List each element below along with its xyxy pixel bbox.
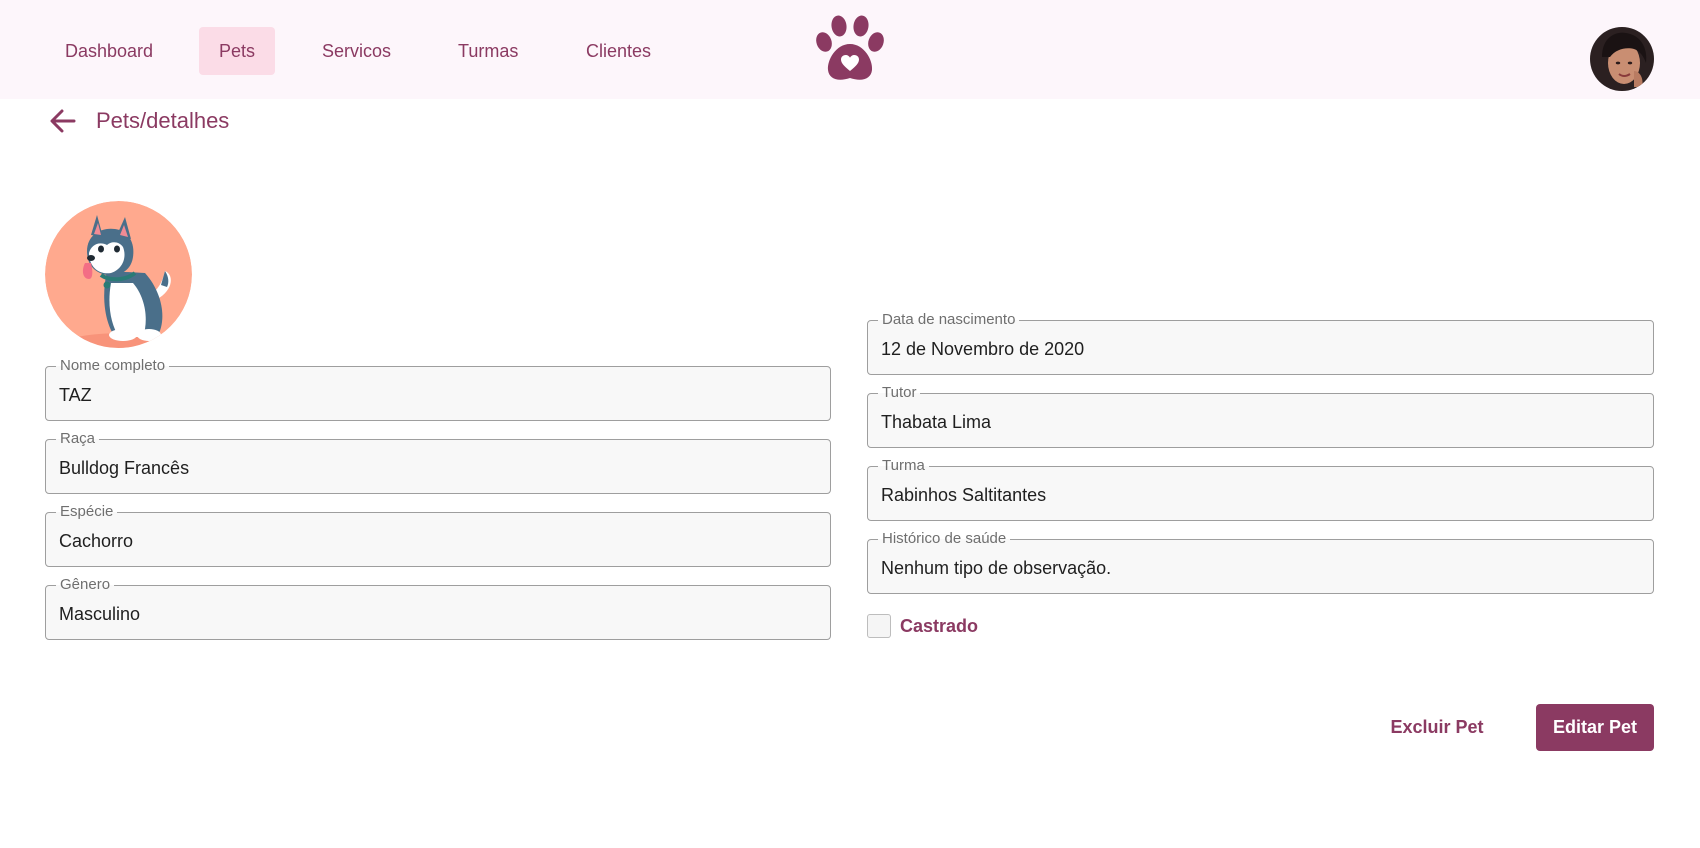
field-value: Masculino — [59, 604, 141, 624]
field-value: Nenhum tipo de observação. — [881, 558, 1112, 578]
field-historico-saude[interactable]: Histórico de saúde Nenhum tipo de observ… — [867, 530, 1654, 594]
nav-clientes[interactable]: Clientes — [566, 27, 671, 75]
field-value: Cachorro — [59, 531, 134, 551]
edit-pet-button[interactable]: Editar Pet — [1536, 704, 1654, 751]
field-value: 12 de Novembro de 2020 — [881, 339, 1085, 359]
breadcrumb: Pets/detalhes — [96, 108, 230, 133]
arrow-left-icon[interactable] — [46, 104, 80, 138]
castrado-checkbox[interactable] — [867, 614, 891, 638]
castrado-label[interactable]: Castrado — [900, 613, 978, 639]
field-genero[interactable]: Gênero Masculino — [45, 576, 831, 640]
field-turma[interactable]: Turma Rabinhos Saltitantes — [867, 457, 1654, 521]
top-nav-bar: Dashboard Pets Servicos Turmas Clientes — [0, 0, 1700, 99]
field-value: Bulldog Francês — [59, 458, 190, 478]
field-label: Gênero — [56, 576, 115, 594]
field-value: TAZ — [59, 385, 92, 405]
field-tutor[interactable]: Tutor Thabata Lima — [867, 384, 1654, 448]
field-value: Thabata Lima — [881, 412, 992, 432]
field-label: Raça — [56, 430, 100, 448]
paw-heart-icon[interactable] — [814, 14, 886, 84]
delete-pet-button[interactable]: Excluir Pet — [1378, 704, 1496, 750]
field-label: Data de nascimento — [878, 311, 1020, 329]
user-avatar[interactable] — [1590, 27, 1654, 91]
pet-photo — [45, 201, 192, 348]
nav-servicos[interactable]: Servicos — [302, 27, 411, 75]
field-label: Histórico de saúde — [878, 530, 1011, 548]
field-value: Rabinhos Saltitantes — [881, 485, 1047, 505]
field-nome-completo[interactable]: Nome completo TAZ — [45, 357, 831, 421]
field-raca[interactable]: Raça Bulldog Francês — [45, 430, 831, 494]
field-label: Nome completo — [56, 357, 170, 375]
nav-dashboard[interactable]: Dashboard — [45, 27, 173, 75]
nav-pets[interactable]: Pets — [199, 27, 276, 75]
field-label: Turma — [878, 457, 929, 475]
field-data-nascimento[interactable]: Data de nascimento 12 de Novembro de 202… — [867, 311, 1654, 375]
field-especie[interactable]: Espécie Cachorro — [45, 503, 831, 567]
field-label: Espécie — [56, 503, 118, 521]
field-label: Tutor — [878, 384, 921, 402]
nav-turmas[interactable]: Turmas — [438, 27, 538, 75]
